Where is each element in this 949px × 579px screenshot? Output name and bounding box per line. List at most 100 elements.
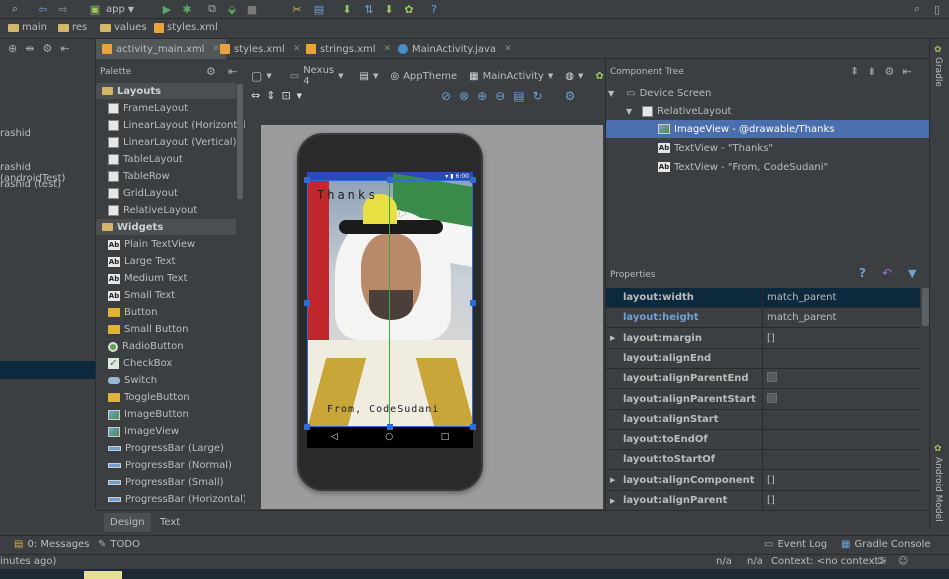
palette-item[interactable]: FrameLayout [96, 100, 188, 117]
palette-item[interactable]: RadioButton [96, 338, 184, 355]
tab-styles[interactable]: styles.xml ✕ [214, 39, 306, 59]
android-model-tool-button[interactable]: Android Model [933, 457, 943, 522]
property-value[interactable] [763, 372, 777, 385]
device-frame-icon[interactable]: ▢ [251, 69, 262, 83]
property-row[interactable]: layout:alignEnd [606, 348, 920, 369]
settings-icon[interactable]: ⚙ [565, 89, 576, 103]
avd-icon[interactable]: ⬇ [340, 2, 354, 16]
event-icon[interactable]: ▯ [930, 2, 944, 16]
tab-design[interactable]: Design [104, 513, 151, 532]
zoom-out-icon[interactable]: ⊖ [495, 89, 505, 103]
structure-icon[interactable]: ✂ [290, 2, 304, 16]
property-value[interactable]: match_parent [763, 312, 836, 323]
properties-scrollbar[interactable] [922, 288, 929, 326]
filter-icon[interactable]: ▼ [908, 267, 916, 280]
sdk-manager-icon[interactable]: ⬇ [382, 2, 396, 16]
theme-select[interactable]: AppTheme [403, 71, 457, 82]
property-row[interactable]: layout:toEndOf [606, 430, 920, 451]
palette-category-widgets[interactable]: Widgets [96, 219, 236, 235]
palette-item[interactable]: RelativeLayout [96, 202, 197, 219]
resize-vertical-icon[interactable]: ⇕ [266, 89, 275, 102]
resize-handle[interactable] [470, 177, 476, 183]
gradle-console-tool-button[interactable]: ▦ Gradle Console [841, 539, 931, 550]
hide-icon[interactable]: ⇤ [902, 65, 911, 78]
palette-item[interactable]: Ab Large Text [96, 253, 176, 270]
property-row[interactable]: ▶ layout:margin [] [606, 328, 920, 349]
expand-arrow-icon[interactable]: ▶ [610, 476, 615, 484]
zoom-actual-icon[interactable]: ⊘ [441, 89, 451, 103]
resize-handle[interactable] [387, 177, 393, 183]
debug-icon[interactable]: ✱ [180, 2, 194, 16]
gear-icon[interactable]: ⚙ [206, 65, 216, 78]
undo-icon[interactable]: ↶ [882, 266, 892, 280]
resize-handle[interactable] [304, 177, 310, 183]
palette-item[interactable]: Button [96, 304, 158, 321]
tree-item-textview-from[interactable]: Ab TextView - "From, CodeSudani" [658, 158, 828, 176]
taskbar-app[interactable] [84, 571, 122, 579]
palette-item[interactable]: ImageView [96, 423, 179, 440]
property-row[interactable]: layout:alignStart [606, 409, 920, 430]
zoom-fit-icon[interactable]: ⊗ [459, 89, 469, 103]
property-checkbox[interactable] [767, 372, 777, 383]
android-monitor-icon[interactable]: ✿ [402, 2, 416, 16]
expand-arrow-icon[interactable]: ▼ [608, 89, 614, 98]
palette-scrollbar[interactable] [237, 84, 243, 199]
zoom-in-icon[interactable]: ⊕ [477, 89, 487, 103]
run-config-select[interactable]: app ▼ [106, 2, 134, 16]
resize-handle[interactable] [387, 424, 393, 430]
refresh-icon[interactable]: ↻ [533, 89, 543, 103]
orientation-icon[interactable]: ▤ [360, 71, 369, 82]
property-row[interactable]: ▶ layout:alignComponent [] [606, 470, 920, 491]
project-item[interactable]: rashid [0, 128, 31, 139]
close-icon[interactable]: ✕ [504, 44, 512, 54]
resize-horizontal-icon[interactable]: ⇔ [251, 89, 260, 102]
tab-strings[interactable]: strings.xml ✕ [300, 39, 397, 59]
stop-icon[interactable]: ■ [245, 2, 259, 16]
resize-handle[interactable] [470, 300, 476, 306]
collapse-icon[interactable]: ⇹ [25, 42, 34, 55]
property-row[interactable]: layout:width match_parent [606, 288, 920, 308]
screenshot-icon[interactable]: ▤ [513, 89, 524, 103]
palette-item[interactable]: ProgressBar (Horizontal) [96, 491, 247, 508]
resize-handle[interactable] [470, 424, 476, 430]
lock-icon[interactable]: ⚿ [878, 556, 886, 567]
palette-item[interactable]: ProgressBar (Normal) [96, 457, 232, 474]
event-log-tool-button[interactable]: ▭ Event Log [764, 539, 827, 550]
tree-item-relativelayout[interactable]: ▼ RelativeLayout [626, 102, 731, 120]
property-row[interactable]: layout:alignParentStart [606, 389, 920, 410]
tab-mainactivity[interactable]: MainActivity.java ✕ [392, 39, 518, 59]
help-icon[interactable]: ? [859, 266, 866, 280]
run-icon[interactable]: ▶ [160, 2, 174, 16]
hide-icon[interactable]: ⇤ [228, 65, 237, 78]
device-select[interactable]: Nexus 4 [303, 65, 334, 87]
find-icon[interactable]: ⌕ [8, 2, 22, 16]
resize-handle[interactable] [304, 300, 310, 306]
breadcrumb-styles[interactable]: styles.xml [154, 22, 218, 33]
todo-tool-button[interactable]: ✎ TODO [98, 539, 140, 550]
messages-tool-button[interactable]: ▤ 0: Messages [14, 539, 89, 550]
property-row[interactable]: layout:toStartOf [606, 450, 920, 471]
property-value[interactable] [763, 392, 777, 406]
palette-item[interactable]: TableLayout [96, 151, 183, 168]
property-value[interactable]: match_parent [763, 292, 836, 303]
property-value[interactable]: [] [763, 495, 775, 506]
property-value[interactable]: [] [763, 333, 775, 344]
gear-icon[interactable]: ⚙ [42, 42, 52, 55]
project-selected-row[interactable] [0, 361, 95, 379]
attach-icon[interactable]: ⧉ [205, 2, 219, 16]
palette-item[interactable]: ImageButton [96, 406, 189, 423]
breadcrumb-values[interactable]: values [100, 22, 147, 33]
attach-debugger-icon[interactable]: ⬙ [225, 2, 239, 16]
property-checkbox[interactable] [767, 392, 777, 403]
palette-item[interactable]: TableRow [96, 168, 170, 185]
breadcrumb-main[interactable]: main [8, 22, 47, 33]
sdk-icon[interactable]: ▤ [312, 2, 326, 16]
palette-item[interactable]: Switch [96, 372, 157, 389]
expand-arrow-icon[interactable]: ▼ [626, 107, 632, 116]
activity-select[interactable]: MainActivity [483, 71, 544, 82]
collapse-all-icon[interactable]: ⇟ [867, 65, 876, 78]
palette-item[interactable]: Ab Medium Text [96, 270, 187, 287]
palette-item[interactable]: Small Button [96, 321, 188, 338]
palette-item[interactable]: LinearLayout (Vertical) [96, 134, 237, 151]
property-row[interactable]: layout:alignParentEnd [606, 369, 920, 390]
